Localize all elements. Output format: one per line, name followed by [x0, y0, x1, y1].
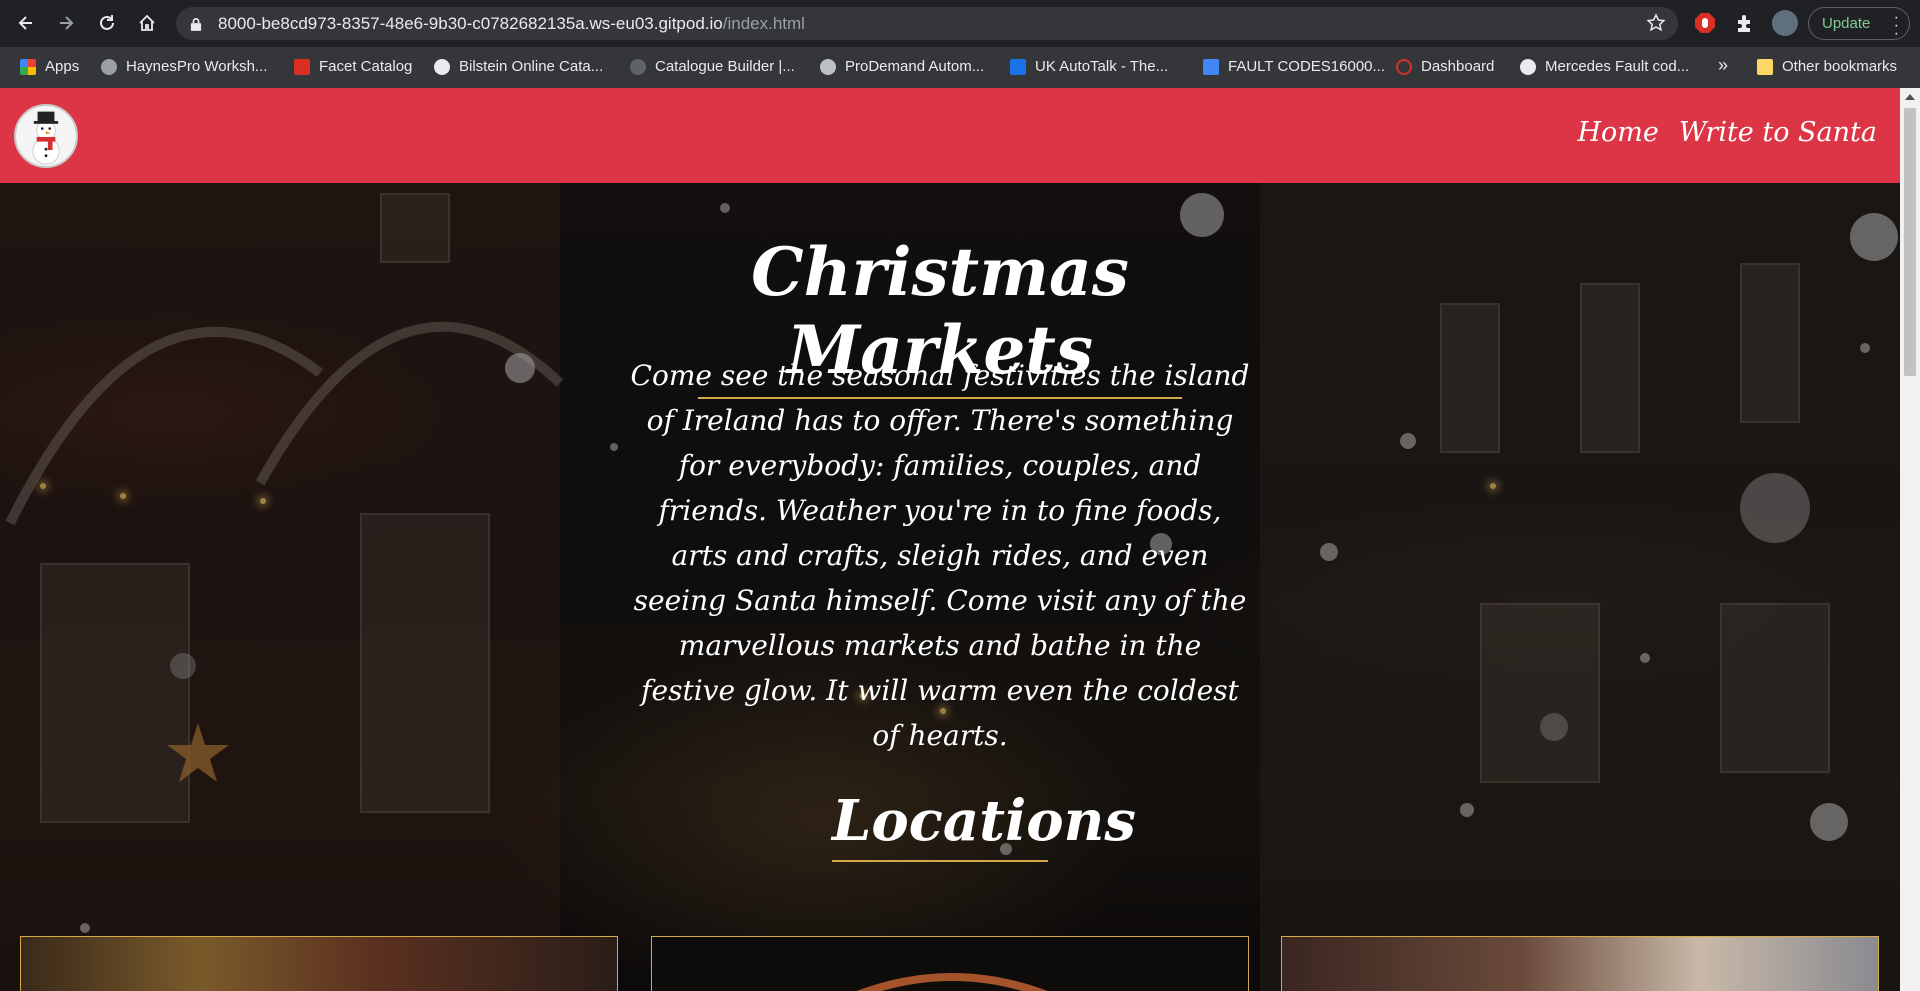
site-nav: Home Write to Santa	[1577, 117, 1877, 148]
bookmarks-bar: Apps HaynesPro Worksh... Facet Catalog B…	[0, 47, 1920, 88]
menu-kebab-icon[interactable]: · · ·	[1894, 10, 1899, 42]
other-bookmarks-label: Other bookmarks	[1782, 58, 1898, 75]
address-bar[interactable]: 8000-be8cd973-8357-48e6-9b30-c0782682135…	[176, 7, 1678, 40]
nav-home-link[interactable]: Home	[1577, 117, 1658, 148]
other-bookmarks[interactable]: Other bookmarks	[1757, 58, 1897, 75]
apps-grid-icon	[20, 58, 36, 75]
scrollbar-thumb[interactable]	[1904, 108, 1916, 376]
bookmark-haynespro[interactable]: HaynesPro Worksh...	[101, 58, 267, 75]
reload-icon[interactable]	[91, 7, 123, 39]
bookmark-label: ProDemand Autom...	[845, 58, 985, 75]
nav-write-to-santa-link[interactable]: Write to Santa	[1679, 117, 1877, 148]
url-host: 8000-be8cd973-8357-48e6-9b30-c0782682135…	[218, 13, 723, 33]
autotalk-icon	[1010, 58, 1026, 75]
page-viewport: Home Write to Santa Christmas Markets Co…	[0, 88, 1900, 991]
url-text: 8000-be8cd973-8357-48e6-9b30-c0782682135…	[218, 14, 805, 34]
adblock-extension-icon[interactable]	[1694, 12, 1716, 34]
bookmark-facet-catalog[interactable]: Facet Catalog	[294, 58, 412, 75]
profile-avatar[interactable]	[1772, 10, 1798, 36]
dashboard-icon	[1396, 58, 1412, 75]
bookmark-label: Apps	[45, 58, 80, 75]
bookmark-label: Catalogue Builder |...	[655, 58, 795, 75]
site-header: Home Write to Santa	[0, 88, 1900, 183]
bookmark-uk-autotalk[interactable]: UK AutoTalk - The...	[1010, 58, 1168, 75]
bookmarks-overflow-chevron-icon[interactable]: »	[1718, 55, 1728, 76]
bookmark-mercedes-fault[interactable]: Mercedes Fault cod...	[1520, 58, 1689, 75]
bookmark-label: Mercedes Fault cod...	[1545, 58, 1690, 75]
bookmark-label: Facet Catalog	[319, 58, 413, 75]
back-icon[interactable]	[10, 7, 42, 39]
globe-icon	[1520, 58, 1536, 75]
bookmark-label: Bilstein Online Cata...	[459, 58, 604, 75]
bookmark-label: FAULT CODES16000...	[1228, 58, 1386, 75]
update-button[interactable]: Update · · ·	[1808, 7, 1910, 42]
bookmark-fault-codes[interactable]: FAULT CODES16000...	[1203, 58, 1385, 75]
catalogue-icon	[630, 58, 646, 75]
update-label: Update	[1822, 15, 1871, 32]
location-card-1[interactable]	[20, 936, 618, 991]
bookmark-catalogue-builder[interactable]: Catalogue Builder |...	[630, 58, 795, 75]
intro-paragraph: Come see the seasonal festivities the is…	[630, 359, 1250, 752]
bookmark-label: Dashboard	[1421, 58, 1495, 75]
extensions-puzzle-icon[interactable]	[1734, 12, 1756, 34]
lock-icon	[190, 16, 204, 32]
snowman-logo[interactable]	[14, 104, 78, 168]
facet-icon	[294, 58, 310, 75]
bookmark-apps[interactable]: Apps	[20, 58, 79, 75]
folder-icon	[1757, 58, 1773, 75]
globe-icon	[434, 58, 450, 75]
bookmark-label: HaynesPro Worksh...	[126, 58, 268, 75]
scroll-up-arrow-icon[interactable]	[1905, 94, 1915, 100]
page-scrollbar[interactable]	[1900, 88, 1920, 991]
browser-toolbar: 8000-be8cd973-8357-48e6-9b30-c0782682135…	[0, 0, 1920, 47]
bookmark-star-icon[interactable]	[1646, 13, 1666, 33]
faultcodes-icon	[1203, 58, 1219, 75]
bookmark-label: UK AutoTalk - The...	[1035, 58, 1169, 75]
forward-icon[interactable]	[50, 7, 82, 39]
location-card-2[interactable]	[651, 936, 1249, 991]
home-icon[interactable]	[131, 7, 163, 39]
bookmark-dashboard[interactable]: Dashboard	[1396, 58, 1494, 75]
location-card-3[interactable]	[1281, 936, 1879, 991]
carousel-image	[856, 973, 1048, 991]
prodemand-icon	[820, 58, 836, 75]
hero-section: Christmas Markets Come see the seasonal …	[0, 183, 1900, 991]
url-path: /index.html	[722, 13, 805, 33]
bookmark-prodemand[interactable]: ProDemand Autom...	[820, 58, 984, 75]
haynespro-icon	[101, 58, 117, 75]
locations-heading: Locations	[832, 788, 1136, 862]
bookmark-bilstein[interactable]: Bilstein Online Cata...	[434, 58, 603, 75]
